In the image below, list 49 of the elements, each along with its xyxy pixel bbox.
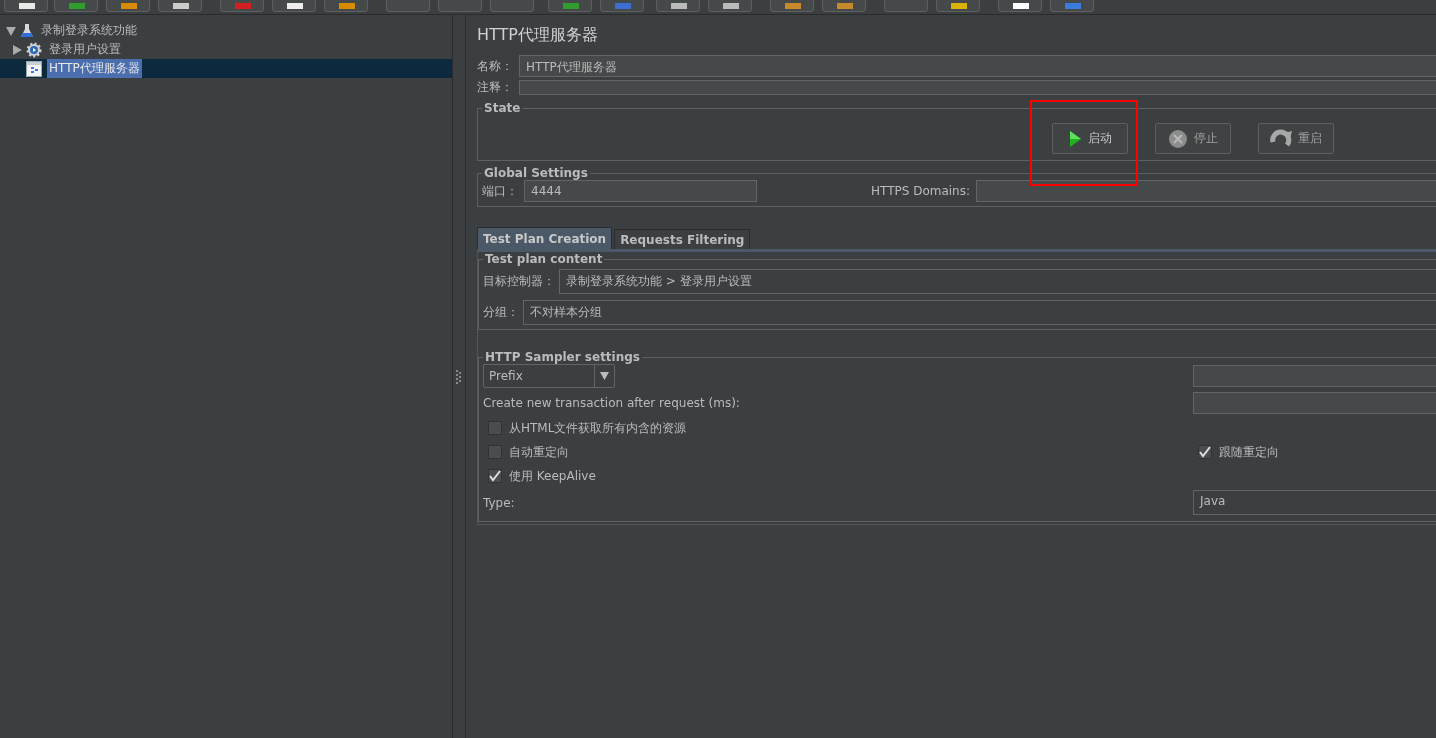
- input-field[interactable]: [1193, 392, 1436, 414]
- splitter-grip-icon[interactable]: [456, 368, 462, 385]
- collapsed-arrow-icon[interactable]: [12, 44, 22, 55]
- field-label: 端口：: [482, 182, 518, 200]
- checkbox-label: 自动重定向: [509, 443, 569, 461]
- start-button[interactable]: 启动: [1052, 123, 1128, 154]
- gear-icon: [26, 41, 42, 58]
- dropdown[interactable]: Java: [1193, 490, 1436, 515]
- tab[interactable]: Requests Filtering: [614, 229, 751, 249]
- section-title: HTTP Sampler settings: [484, 350, 641, 364]
- section-title: Global Settings: [483, 166, 589, 180]
- checkbox[interactable]: [488, 421, 502, 435]
- field-label: 名称：: [477, 57, 513, 75]
- play-icon: [1068, 129, 1082, 148]
- input-field[interactable]: HTTP代理服务器: [519, 55, 1436, 77]
- field-label: Create new transaction after request (ms):: [483, 396, 740, 410]
- field-label: 分组：: [483, 304, 519, 321]
- input-field[interactable]: [519, 80, 1436, 95]
- check-icon: [489, 470, 501, 482]
- field-label: 目标控制器：: [483, 273, 555, 290]
- stop-icon: [1168, 128, 1188, 149]
- expanded-arrow-icon[interactable]: [6, 25, 16, 36]
- input-field[interactable]: 4444: [524, 180, 757, 202]
- checkbox-label: 从HTML文件获取所有内含的资源: [509, 419, 687, 437]
- check-icon: [1199, 446, 1211, 458]
- field-label: 注释：: [477, 79, 513, 96]
- tree-item[interactable]: 录制登录系统功能: [39, 21, 139, 40]
- checkbox-label: 使用 KeepAlive: [509, 467, 596, 485]
- flask-icon: [20, 23, 34, 38]
- field-label: HTTPS Domains:: [871, 184, 970, 198]
- field-label: Type:: [483, 495, 515, 510]
- refresh-icon: [1270, 128, 1292, 149]
- dropdown[interactable]: 录制登录系统功能 > 登录用户设置: [559, 269, 1436, 294]
- input-field[interactable]: [1193, 365, 1436, 387]
- section-title: Test plan content: [484, 252, 604, 266]
- checkbox[interactable]: [1198, 445, 1212, 459]
- panel-title: HTTP代理服务器: [477, 24, 599, 46]
- tree-item[interactable]: HTTP代理服务器: [47, 59, 142, 78]
- input-field[interactable]: [976, 180, 1436, 202]
- section-title: State: [483, 101, 522, 115]
- dropdown[interactable]: Prefix: [483, 364, 615, 388]
- dropdown-arrow-icon: [600, 372, 609, 380]
- dropdown[interactable]: 不对样本分组: [523, 300, 1436, 325]
- checkbox[interactable]: [488, 469, 502, 483]
- tab[interactable]: Test Plan Creation: [477, 227, 613, 249]
- checkbox-label: 跟随重定向: [1219, 443, 1279, 461]
- tree-item[interactable]: 登录用户设置: [47, 40, 123, 59]
- checkbox[interactable]: [488, 445, 502, 459]
- document-icon: [26, 60, 42, 77]
